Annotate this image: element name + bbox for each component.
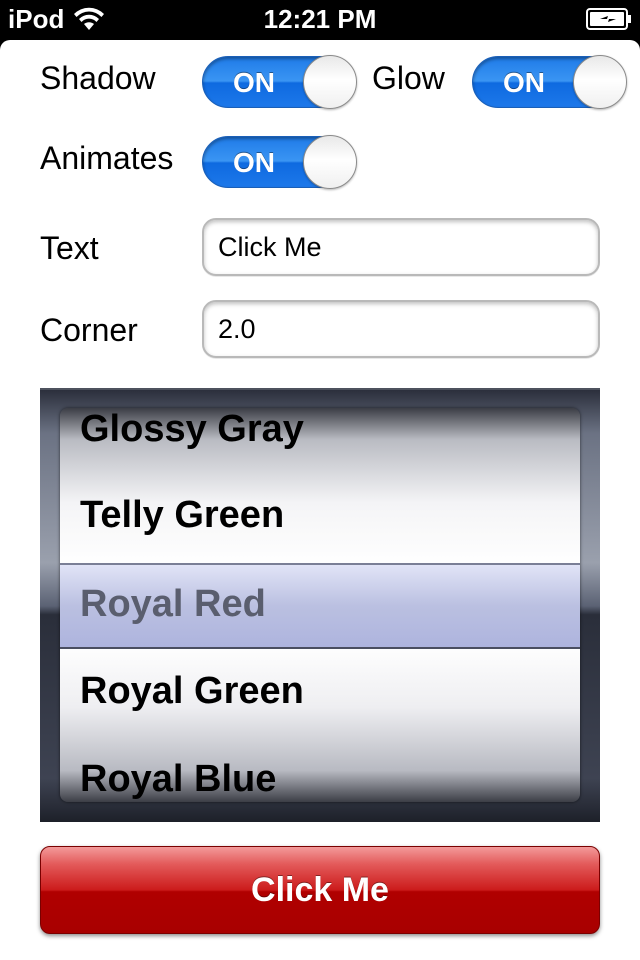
click-me-button[interactable]: Click Me: [40, 846, 600, 934]
glow-switch-state: ON: [503, 67, 545, 98]
corner-input[interactable]: [202, 300, 600, 358]
glow-label: Glow: [372, 60, 445, 96]
picker-item-selected[interactable]: Royal Red: [80, 583, 266, 626]
switch-knob: [303, 135, 357, 189]
animates-switch-state: ON: [233, 147, 275, 178]
switch-knob: [303, 55, 357, 109]
switch-knob: [573, 55, 627, 109]
glow-switch[interactable]: ON: [472, 55, 627, 109]
shadow-switch[interactable]: ON: [202, 55, 357, 109]
status-time: 12:21 PM: [263, 4, 377, 34]
animates-label: Animates: [40, 140, 174, 176]
picker-item[interactable]: Telly Green: [80, 494, 284, 537]
shadow-switch-state: ON: [233, 67, 275, 98]
status-bar: iPod 12:21 PM: [0, 0, 640, 40]
color-picker[interactable]: Glossy Gray Telly Green Royal Green Roya…: [40, 388, 600, 822]
picker-item[interactable]: Royal Blue: [80, 758, 276, 801]
settings-panel: Shadow ON Glow ON Animates ON Text Corne…: [0, 40, 640, 960]
text-label: Text: [40, 230, 99, 266]
picker-item[interactable]: Royal Green: [80, 670, 304, 713]
animates-switch[interactable]: ON: [202, 135, 357, 189]
text-input[interactable]: [202, 218, 600, 276]
corner-label: Corner: [40, 312, 138, 348]
picker-item[interactable]: Glossy Gray: [80, 408, 304, 451]
shadow-label: Shadow: [40, 60, 156, 96]
picker-selection-indicator[interactable]: Royal Red: [60, 563, 580, 649]
battery-charging-icon: [586, 8, 631, 30]
